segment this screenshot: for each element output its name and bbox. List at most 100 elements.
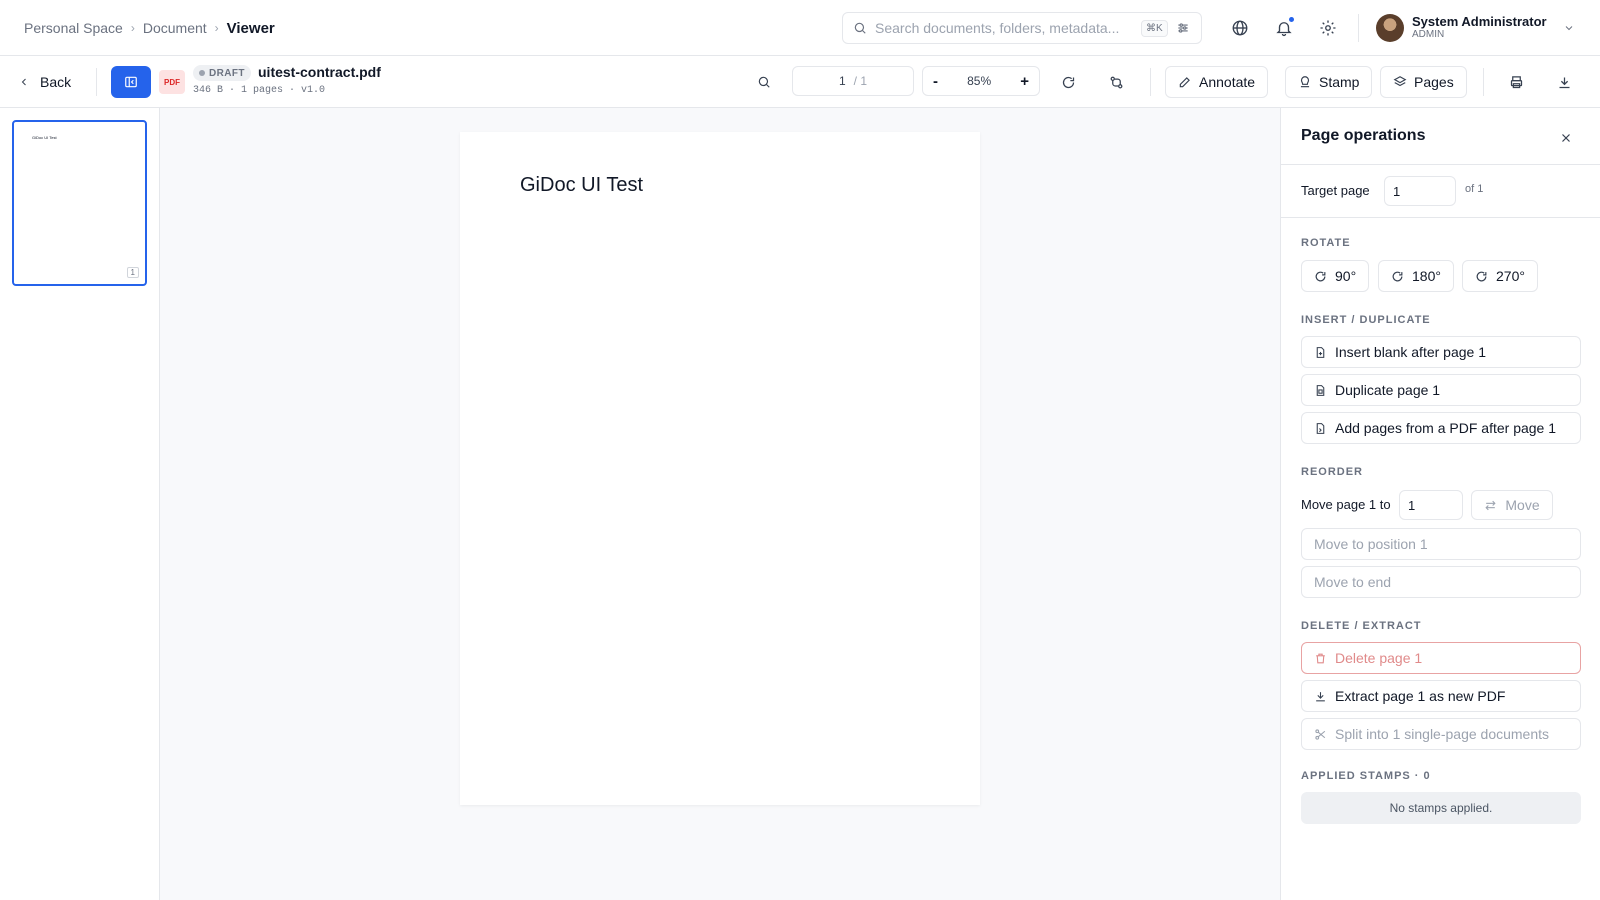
breadcrumb: Personal Space › Document › Viewer — [24, 0, 275, 56]
download-icon[interactable] — [1552, 70, 1576, 94]
chevron-right-icon: › — [130, 21, 135, 35]
search-shortcut-hint: ⌘K — [1141, 19, 1168, 37]
trash-icon — [1314, 652, 1327, 665]
notification-dot — [1289, 17, 1294, 22]
user-name: System Administrator — [1412, 14, 1547, 29]
chevron-left-icon — [18, 76, 30, 88]
globe-icon[interactable] — [1228, 16, 1252, 40]
toolbar-divider — [96, 68, 97, 96]
move-to-end-label: Move to end — [1314, 574, 1392, 590]
split-pages-label: Split into 1 single-page documents — [1335, 726, 1550, 742]
panel-title: Page operations — [1301, 127, 1426, 144]
top-header: Personal Space › Document › Viewer ⌘K Sy… — [0, 0, 1600, 56]
bell-icon[interactable] — [1272, 16, 1296, 40]
reorder-section-label: REORDER — [1301, 466, 1364, 478]
document-canvas: GiDoc UI Test — [160, 108, 1280, 900]
panel-divider — [1281, 164, 1600, 165]
breadcrumb-personal-space[interactable]: Personal Space — [24, 20, 123, 36]
sidebar-icon — [124, 75, 138, 89]
pages-button[interactable]: Pages — [1380, 66, 1467, 98]
rotate-view-icon[interactable] — [1056, 70, 1080, 94]
duplicate-page-button[interactable]: Duplicate page 1 — [1301, 374, 1581, 406]
swap-arrows-icon — [1484, 499, 1497, 512]
back-label: Back — [40, 74, 72, 90]
file-plus-icon — [1314, 346, 1327, 359]
document-page[interactable]: GiDoc UI Test — [460, 132, 980, 805]
add-pages-from-pdf-button[interactable]: Add pages from a PDF after page 1 — [1301, 412, 1581, 444]
move-page-input[interactable] — [1399, 490, 1463, 520]
insert-blank-button[interactable]: Insert blank after page 1 — [1301, 336, 1581, 368]
thumbnail-text: GiDoc UI Test — [32, 135, 57, 140]
toolbar-divider — [1483, 68, 1484, 96]
insert-section-label: INSERT / DUPLICATE — [1301, 314, 1431, 326]
search-in-document-icon[interactable] — [752, 70, 776, 94]
stamp-icon — [1298, 75, 1312, 89]
status-dot — [199, 70, 205, 76]
layers-icon — [1393, 75, 1407, 89]
move-page-label: Move page 1 to — [1301, 497, 1391, 512]
move-to-position-button[interactable]: Move to position 1 — [1301, 528, 1581, 560]
compare-icon[interactable] — [1104, 70, 1128, 94]
file-meta: 346 B · 1 pages · v1.0 — [193, 85, 326, 96]
zoom-in-button[interactable]: + — [1020, 73, 1029, 90]
move-to-end-button[interactable]: Move to end — [1301, 566, 1581, 598]
rotate-180-label: 180° — [1412, 268, 1441, 284]
zoom-out-button[interactable]: - — [933, 73, 938, 90]
rotate-270-button[interactable]: 270° — [1462, 260, 1538, 292]
gear-icon[interactable] — [1316, 16, 1340, 40]
rotate-section-label: ROTATE — [1301, 237, 1351, 249]
rotate-90-label: 90° — [1335, 268, 1357, 284]
rotate-cw-icon — [1314, 270, 1327, 283]
thumbnail-page-number: 1 — [126, 267, 139, 278]
file-copy-icon — [1314, 384, 1327, 397]
page-operations-panel: Page operations Target page of 1 ROTATE … — [1280, 108, 1600, 900]
move-button[interactable]: Move — [1471, 490, 1553, 520]
document-toolbar: Back PDF DRAFT uitest-contract.pdf 346 B… — [0, 56, 1600, 108]
filter-sliders-icon[interactable] — [1176, 21, 1190, 35]
rotate-cw-icon — [1475, 270, 1488, 283]
rotate-90-button[interactable]: 90° — [1301, 260, 1370, 292]
annotate-label: Annotate — [1199, 74, 1256, 90]
user-menu[interactable]: System Administrator ADMIN — [1376, 12, 1575, 44]
pages-label: Pages — [1414, 74, 1454, 90]
delete-page-label: Delete page 1 — [1335, 650, 1423, 666]
page-current[interactable]: 1 — [839, 74, 846, 88]
chevron-down-icon — [1563, 22, 1575, 34]
delete-page-button[interactable]: Delete page 1 — [1301, 642, 1581, 674]
back-button[interactable]: Back — [18, 70, 71, 94]
split-pages-button[interactable]: Split into 1 single-page documents — [1301, 718, 1581, 750]
stamp-button[interactable]: Stamp — [1285, 66, 1373, 98]
page-thumbnail[interactable]: GiDoc UI Test 1 — [12, 120, 147, 286]
extract-page-label: Extract page 1 as new PDF — [1335, 688, 1506, 704]
stamp-label: Stamp — [1319, 74, 1360, 90]
print-icon[interactable] — [1504, 70, 1528, 94]
extract-page-button[interactable]: Extract page 1 as new PDF — [1301, 680, 1581, 712]
search-input[interactable] — [875, 20, 1133, 36]
status-label: DRAFT — [209, 67, 245, 79]
applied-stamps-label: APPLIED STAMPS · 0 — [1301, 770, 1431, 782]
close-icon[interactable] — [1554, 126, 1578, 150]
rotate-180-button[interactable]: 180° — [1378, 260, 1454, 292]
file-name: uitest-contract.pdf — [258, 64, 381, 80]
move-to-position-label: Move to position 1 — [1314, 536, 1428, 552]
header-divider — [1358, 14, 1359, 42]
sidebar-toggle-button[interactable] — [111, 66, 151, 98]
page-navigator[interactable]: 1 / 1 — [792, 66, 914, 96]
add-pages-label: Add pages from a PDF after page 1 — [1335, 420, 1557, 436]
target-page-total: of 1 — [1465, 183, 1484, 195]
delete-extract-section-label: DELETE / EXTRACT — [1301, 620, 1422, 632]
global-search[interactable]: ⌘K — [842, 12, 1202, 44]
panel-divider — [1281, 217, 1600, 218]
chevron-right-icon: › — [214, 21, 219, 35]
duplicate-page-label: Duplicate page 1 — [1335, 382, 1441, 398]
rotate-cw-icon — [1391, 270, 1404, 283]
annotate-button[interactable]: Annotate — [1165, 66, 1269, 98]
target-page-input[interactable] — [1384, 176, 1456, 206]
breadcrumb-document[interactable]: Document — [143, 20, 207, 36]
zoom-level[interactable]: 85% — [967, 74, 991, 88]
avatar — [1376, 14, 1404, 42]
page-heading: GiDoc UI Test — [520, 174, 643, 196]
target-page-label: Target page — [1301, 183, 1370, 198]
download-icon — [1314, 690, 1327, 703]
stamps-empty-state: No stamps applied. — [1301, 792, 1581, 824]
